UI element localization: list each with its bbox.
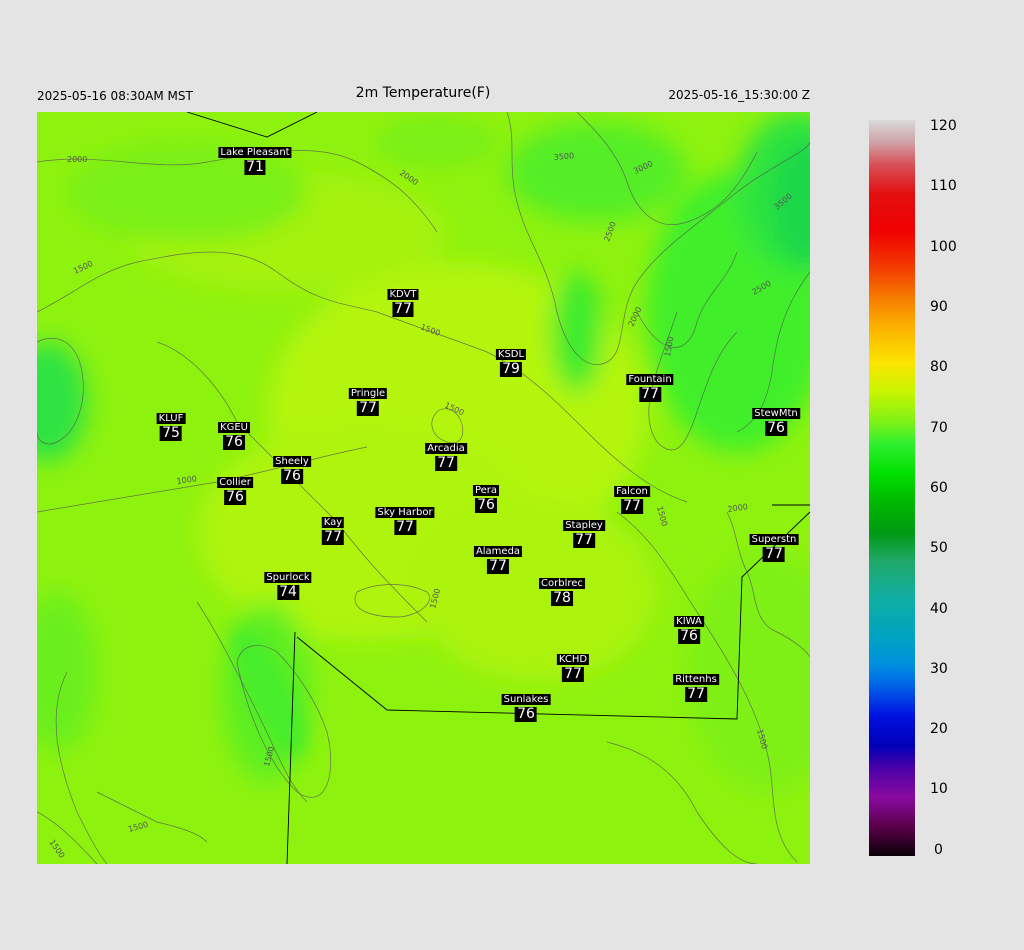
- colorbar-tick: 20: [930, 721, 948, 737]
- station-sheely[interactable]: Sheely 76: [273, 449, 311, 484]
- station-corblrec[interactable]: Corblrec 78: [539, 571, 585, 606]
- station-name: Corblrec: [539, 578, 585, 589]
- station-kdvt[interactable]: KDVT 77: [387, 282, 419, 317]
- temperature-colorbar: [869, 120, 915, 856]
- colorbar-tick: 70: [930, 420, 948, 436]
- colorbar-tick: 50: [930, 540, 948, 556]
- station-rittenhs[interactable]: Rittenhs 77: [673, 667, 719, 702]
- station-stewmtn[interactable]: StewMtn 76: [752, 401, 800, 436]
- station-name: KGEU: [218, 422, 250, 433]
- station-sunlakes[interactable]: Sunlakes 76: [501, 687, 551, 722]
- station-temp: 77: [322, 529, 344, 545]
- station-temp: 76: [475, 497, 497, 513]
- station-lake-pleasant[interactable]: Lake Pleasant 71: [218, 140, 292, 175]
- station-name: KIWA: [674, 616, 704, 627]
- colorbar-tick: 80: [930, 359, 948, 375]
- colorbar-scale: [869, 120, 915, 856]
- station-ksdl[interactable]: KSDL 79: [495, 342, 527, 377]
- station-temp: 77: [394, 519, 416, 535]
- station-temp: 76: [281, 468, 303, 484]
- contour-label: 3500: [553, 151, 574, 162]
- station-temp: 77: [573, 532, 595, 548]
- station-fountain[interactable]: Fountain 77: [626, 367, 674, 402]
- station-temp: 77: [621, 498, 643, 514]
- station-name: KSDL: [495, 349, 527, 360]
- station-temp: 76: [515, 706, 537, 722]
- station-name: Falcon: [614, 486, 650, 497]
- station-name: StewMtn: [752, 408, 800, 419]
- station-temp: 74: [277, 584, 299, 600]
- station-name: KDVT: [387, 289, 419, 300]
- station-kiwa[interactable]: KIWA 76: [674, 609, 704, 644]
- colorbar-tick: 110: [930, 178, 957, 194]
- station-temp: 77: [685, 686, 707, 702]
- temperature-map[interactable]: 2000 2000 1500 1500 3500 3000 2500 2000 …: [37, 112, 810, 864]
- station-name: Collier: [217, 477, 253, 488]
- station-temp: 76: [765, 420, 787, 436]
- station-temp: 75: [160, 425, 182, 441]
- station-arcadia[interactable]: Arcadia 77: [425, 436, 467, 471]
- station-name: Sunlakes: [501, 694, 551, 705]
- colorbar-tick: 100: [930, 239, 957, 255]
- colorbar-tick: 90: [930, 299, 948, 315]
- station-name: Lake Pleasant: [218, 147, 292, 158]
- station-name: KCHD: [556, 654, 590, 665]
- colorbar-tick: 60: [930, 480, 948, 496]
- station-pringle[interactable]: Pringle 77: [348, 381, 388, 416]
- colorbar-tick: 30: [930, 661, 948, 677]
- station-name: Arcadia: [425, 443, 467, 454]
- colorbar-tick: 40: [930, 601, 948, 617]
- station-name: Fountain: [626, 374, 674, 385]
- station-kchd[interactable]: KCHD 77: [556, 647, 590, 682]
- station-temp: 77: [562, 666, 584, 682]
- station-falcon[interactable]: Falcon 77: [614, 479, 650, 514]
- station-temp: 78: [551, 590, 573, 606]
- station-temp: 77: [763, 546, 785, 562]
- station-name: Pera: [472, 485, 500, 496]
- station-stapley[interactable]: Stapley 77: [563, 513, 605, 548]
- station-spurlock[interactable]: Spurlock 74: [264, 565, 312, 600]
- station-name: Rittenhs: [673, 674, 719, 685]
- station-temp: 77: [357, 400, 379, 416]
- station-temp: 77: [392, 301, 414, 317]
- station-name: Stapley: [563, 520, 605, 531]
- colorbar-tick: 120: [930, 118, 957, 134]
- colorbar-tick: 10: [930, 781, 948, 797]
- station-kgeu[interactable]: KGEU 76: [218, 415, 250, 450]
- station-temp: 77: [435, 455, 457, 471]
- station-name: Alameda: [473, 546, 523, 557]
- station-temp: 79: [500, 361, 522, 377]
- station-collier[interactable]: Collier 76: [217, 470, 253, 505]
- station-name: Pringle: [348, 388, 388, 399]
- station-temp: 77: [487, 558, 509, 574]
- contour-label: 2000: [67, 155, 87, 164]
- station-pera[interactable]: Pera 76: [472, 478, 500, 513]
- station-name: Superstn: [749, 534, 799, 545]
- station-alameda[interactable]: Alameda 77: [473, 539, 523, 574]
- station-name: Kay: [321, 517, 345, 528]
- station-name: Sheely: [273, 456, 311, 467]
- station-kay[interactable]: Kay 77: [321, 510, 345, 545]
- station-temp: 76: [224, 489, 246, 505]
- station-name: Spurlock: [264, 572, 312, 583]
- station-name: Sky Harbor: [375, 507, 435, 518]
- valid-time-utc: 2025-05-16_15:30:00 Z: [668, 88, 810, 102]
- station-temp: 77: [639, 386, 661, 402]
- station-kluf[interactable]: KLUF 75: [156, 406, 186, 441]
- station-temp: 76: [678, 628, 700, 644]
- map-field: 2000 2000 1500 1500 3500 3000 2500 2000 …: [37, 112, 810, 864]
- station-temp: 76: [223, 434, 245, 450]
- station-temp: 71: [244, 159, 266, 175]
- station-name: KLUF: [156, 413, 186, 424]
- station-superstn[interactable]: Superstn 77: [749, 527, 799, 562]
- colorbar-tick: 0: [934, 842, 943, 858]
- station-sky-harbor[interactable]: Sky Harbor 77: [375, 500, 435, 535]
